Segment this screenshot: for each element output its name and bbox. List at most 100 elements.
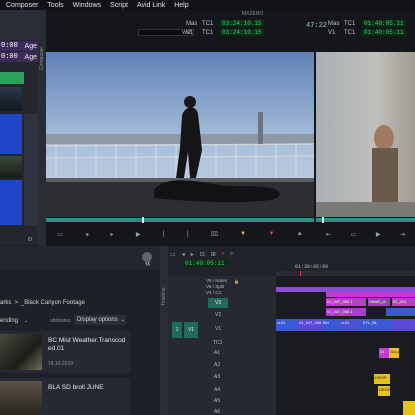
track-label-v5: V5 / Split bbox=[206, 284, 225, 289]
clip-date: 18.10.2019 bbox=[48, 361, 74, 367]
step-back-icon[interactable]: ◂ bbox=[85, 231, 88, 238]
menu-windows[interactable]: Windows bbox=[73, 2, 101, 9]
timeline-window: Timeline ▭ ◂ ▸ ⊡ ⊞ ▪ ⌕ 01:40:05:11 01:30… bbox=[160, 246, 415, 415]
mark-in-icon[interactable]: [ bbox=[163, 231, 165, 237]
menu-composer[interactable]: Composer bbox=[6, 2, 38, 9]
timeline-clip[interactable] bbox=[386, 308, 415, 316]
track-label-tc1: TC1 bbox=[213, 340, 223, 346]
overwrite-icon[interactable]: ▼ bbox=[268, 231, 274, 237]
timeline-clip[interactable]: K7L_BL bbox=[362, 319, 392, 331]
source-monitor[interactable] bbox=[46, 52, 314, 217]
clip-thumbnail bbox=[0, 334, 42, 370]
left-panel: 0:00 Age 0:00 Age ⚙ bbox=[0, 10, 38, 245]
menu-tools[interactable]: Tools bbox=[47, 2, 63, 9]
play-icon[interactable]: ▶ bbox=[136, 231, 141, 238]
display-options-dropdown[interactable]: Display options ⌄ bbox=[74, 315, 126, 325]
menu-avid-link[interactable]: Avid Link bbox=[137, 2, 165, 9]
left-panel-header bbox=[0, 10, 38, 40]
timeline-clip[interactable]: DROP bbox=[374, 374, 390, 384]
timeline-clip[interactable]: 01_047_052.1 bbox=[326, 298, 366, 306]
record-monitor[interactable] bbox=[316, 52, 415, 217]
clip-strip bbox=[0, 114, 22, 154]
timeline-clip[interactable]: GuLas bbox=[389, 348, 399, 358]
timeline-timecode: 01:40:05:11 bbox=[182, 260, 228, 267]
timeline-clip[interactable]: 01 bbox=[379, 348, 389, 358]
center-timecode: 47:22 bbox=[306, 22, 328, 30]
lift-icon[interactable]: ◂ bbox=[182, 251, 185, 258]
composer-side-tab[interactable]: Composer bbox=[38, 10, 46, 246]
chevron-down-icon: ⌄ bbox=[120, 317, 125, 323]
timeline-clip[interactable]: 01_024 bbox=[392, 298, 415, 306]
track-label-a2: A2 bbox=[214, 362, 221, 368]
segment-mode-icon[interactable]: ▭ bbox=[170, 251, 176, 258]
thumbnail bbox=[0, 156, 22, 178]
overwrite-icon[interactable]: ▪ bbox=[222, 251, 224, 257]
clip-strip bbox=[0, 180, 22, 225]
lock-icon[interactable]: 🔒 bbox=[234, 276, 276, 288]
extract-icon[interactable]: ▸ bbox=[191, 251, 194, 258]
step-forward-icon[interactable]: ▸ bbox=[111, 231, 114, 238]
track-label-a6: A6 bbox=[214, 409, 221, 415]
composer-window: Composer MXZERO W:2 Mas TC1 03:24:10.15 … bbox=[38, 10, 415, 246]
mark-clip-icon[interactable]: ▭ bbox=[351, 231, 357, 238]
track-label-v2: V2 bbox=[215, 312, 222, 318]
chevron-down-icon: ⌄ bbox=[24, 318, 29, 324]
attributes-label: attributes bbox=[50, 318, 71, 324]
user-avatar[interactable] bbox=[142, 252, 152, 262]
scroll-track[interactable] bbox=[24, 114, 38, 226]
gear-icon[interactable]: ⚙ bbox=[24, 234, 36, 244]
timeline-clip[interactable]: cl.01 bbox=[276, 319, 298, 331]
play-icon[interactable]: ▶ bbox=[376, 231, 381, 238]
timecode-row: 0:00 Age bbox=[0, 52, 38, 62]
add-edit-icon[interactable]: ⊞ bbox=[211, 251, 216, 258]
bin-header: « bbox=[0, 246, 160, 270]
timeline-tracks-area[interactable]: 01_047_052.1 HAND_cl 01_024 01_047_053.1… bbox=[276, 276, 415, 415]
mark-clip-icon[interactable]: ▭ bbox=[57, 231, 63, 238]
splice-in-icon[interactable]: ▼ bbox=[240, 231, 246, 237]
go-to-out-icon[interactable]: ⇥ bbox=[400, 231, 405, 238]
clip-title: BLA SD broll JUNE bbox=[48, 384, 104, 391]
sort-dropdown[interactable]: ending ⌄ bbox=[0, 316, 40, 326]
clear-marks-icon[interactable]: ⌧ bbox=[211, 231, 218, 238]
timecode-display-left: Mas TC1 03:24:10.15 V1 TC1 03:24:10.15 bbox=[186, 20, 264, 36]
mark-out-icon[interactable]: ] bbox=[187, 231, 189, 237]
timeline-clip[interactable] bbox=[403, 401, 415, 415]
timecode-display-right: Mas TC1 01:40:05.11 V1 TC1 01:40:05.11 bbox=[328, 20, 406, 36]
source-position-bar[interactable] bbox=[46, 217, 314, 223]
timeline-clip[interactable]: HAND_cl bbox=[368, 298, 390, 306]
timeline-clip[interactable]: cl.01 bbox=[340, 319, 362, 331]
go-to-in-icon[interactable]: ⇤ bbox=[326, 231, 331, 238]
lift-icon[interactable]: ▲ bbox=[297, 231, 303, 237]
ruler-timecode: 01:30:05:09 bbox=[295, 264, 329, 270]
timeline-clip[interactable] bbox=[392, 319, 415, 331]
track-selector-v3[interactable]: V3 bbox=[208, 298, 228, 308]
timeline-toolbar: ▭ ◂ ▸ ⊡ ⊞ ▪ ⌕ bbox=[170, 248, 415, 260]
timeline-side-tab[interactable]: Timeline bbox=[160, 246, 168, 415]
record-position-bar[interactable] bbox=[316, 217, 415, 223]
green-track-bar bbox=[0, 72, 24, 84]
bin-list-item[interactable]: BLA SD broll JUNE bbox=[0, 378, 130, 415]
track-label-a4: A4 bbox=[214, 387, 221, 393]
track-label-v1: V1 bbox=[215, 326, 222, 332]
track-label-v4: V4 / CC bbox=[206, 290, 222, 295]
bin-list-item[interactable]: BC Mist Weather.Transcod ed.01 18.10.201… bbox=[0, 331, 130, 373]
trim-icon[interactable]: ⊡ bbox=[200, 251, 205, 258]
source-transport: ▭ ◂ ▸ ▶ [ ] ⌧ ▼ ▼ ▲ bbox=[46, 223, 314, 245]
bin-panel: « arks > _Black Canyon Footage ending ⌄ … bbox=[0, 246, 160, 415]
timeline-clip[interactable]: Blu bbox=[322, 319, 340, 331]
menu-help[interactable]: Help bbox=[174, 2, 188, 9]
monitor-frame-image bbox=[46, 52, 314, 217]
track-label-a5: A5 bbox=[214, 398, 221, 404]
timeline-clip[interactable]: DROP bbox=[378, 386, 390, 396]
zoom-in-icon[interactable]: ⌕ bbox=[230, 251, 233, 258]
menu-script[interactable]: Script bbox=[110, 2, 128, 9]
timecode-row: 0:00 Age bbox=[0, 41, 38, 51]
track-label-a1: A1 bbox=[214, 350, 221, 356]
timeline-clip[interactable] bbox=[326, 292, 415, 297]
clip-title: BC Mist Weather.Transcod ed.01 bbox=[48, 337, 126, 352]
timeline-clip[interactable]: 01_047_048.1 bbox=[298, 319, 322, 331]
track-label-v6: V6 / Notes bbox=[206, 278, 228, 283]
v1-record-patch[interactable]: V1 bbox=[184, 322, 198, 338]
v1-source-patch[interactable]: 1 bbox=[172, 322, 182, 338]
timeline-clip[interactable]: 01_047_053.1 bbox=[326, 308, 366, 316]
